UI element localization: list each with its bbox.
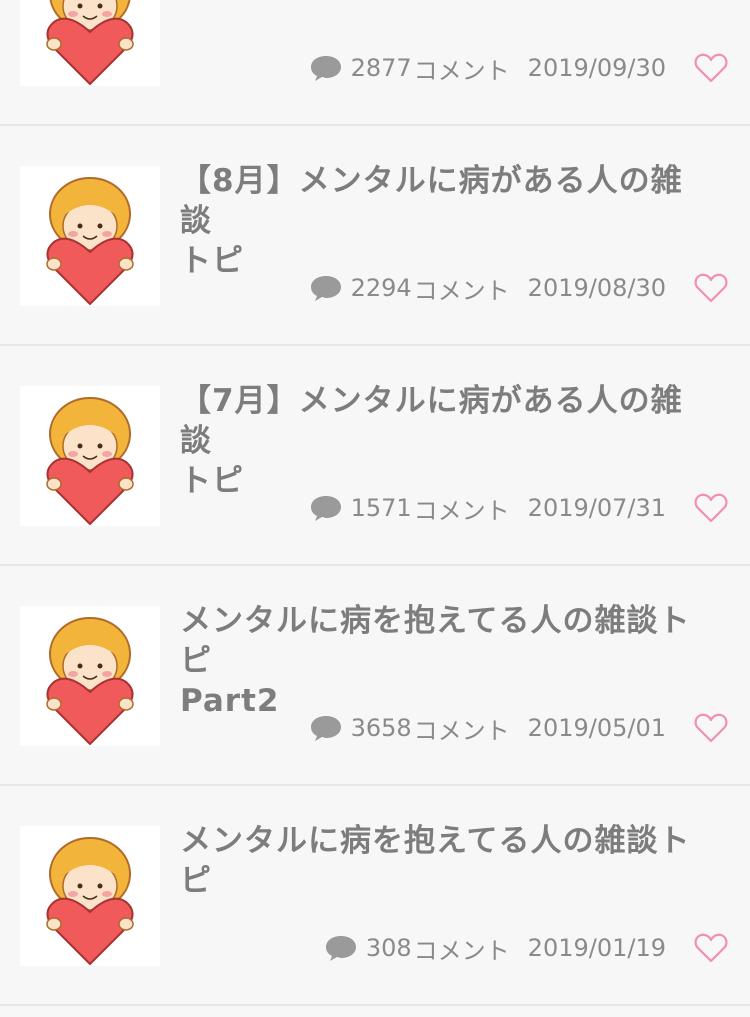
heart-outline-icon[interactable]: [694, 272, 728, 304]
girl-holding-heart-icon: [46, 617, 134, 746]
topic-date: 2019/05/01: [527, 714, 666, 742]
comment-count: 3658: [350, 714, 412, 742]
topic-item[interactable]: トピ 2877 コメント 2019/09/30: [0, 0, 750, 126]
topic-item[interactable]: メンタルに病を抱えてる人の雑談トピ Part2 3658 コメント 2019/0…: [0, 568, 750, 786]
topic-thumbnail: [20, 166, 160, 306]
heart-outline-icon[interactable]: [694, 932, 728, 964]
topic-thumbnail: [20, 606, 160, 746]
topic-list: トピ 2877 コメント 2019/09/30: [0, 0, 750, 1017]
topic-item[interactable]: 【7月】メンタルに病がある人の雑談 トピ 1571 コメント 2019/07/3…: [0, 348, 750, 566]
topic-date: 2019/09/30: [527, 54, 666, 82]
topic-thumbnail: [20, 0, 160, 86]
girl-holding-heart-icon: [46, 0, 134, 86]
topic-meta: 3658 コメント 2019/05/01: [309, 708, 728, 748]
topic-date: 2019/08/30: [527, 274, 666, 302]
topic-title[interactable]: 【8月】メンタルに病がある人の雑談 トピ: [180, 161, 700, 281]
comment-count: 308: [365, 934, 412, 962]
girl-holding-heart-icon: [46, 837, 134, 966]
speech-bubble-icon: [324, 934, 358, 962]
topic-meta: 2877 コメント 2019/09/30: [309, 48, 728, 88]
comment-unit: コメント: [413, 276, 510, 305]
heart-outline-icon[interactable]: [694, 712, 728, 744]
speech-bubble-icon: [309, 714, 343, 742]
topic-meta: 308 コメント 2019/01/19: [324, 928, 728, 968]
topic-thumbnail: [20, 826, 160, 966]
speech-bubble-icon: [309, 54, 343, 82]
topic-date: 2019/07/31: [527, 494, 666, 522]
comment-unit: コメント: [413, 496, 510, 525]
heart-outline-icon[interactable]: [694, 492, 728, 524]
topic-meta: 1571 コメント 2019/07/31: [309, 488, 728, 528]
comment-count: 2877: [350, 54, 412, 82]
girl-holding-heart-icon: [46, 397, 134, 526]
comment-count: 1571: [350, 494, 412, 522]
comment-unit: コメント: [413, 716, 510, 745]
topic-title[interactable]: 【7月】メンタルに病がある人の雑談 トピ: [180, 381, 700, 501]
comment-unit: コメント: [413, 936, 510, 965]
topic-date: 2019/01/19: [527, 934, 666, 962]
speech-bubble-icon: [309, 274, 343, 302]
girl-holding-heart-icon: [46, 177, 134, 306]
topic-title[interactable]: メンタルに病を抱えてる人の雑談トピ Part2: [180, 601, 700, 721]
heart-outline-icon[interactable]: [694, 52, 728, 84]
topic-meta: 2294 コメント 2019/08/30: [309, 268, 728, 308]
speech-bubble-icon: [309, 494, 343, 522]
topic-thumbnail: [20, 386, 160, 526]
comment-count: 2294: [350, 274, 412, 302]
topic-item[interactable]: メンタルに病を抱えてる人の雑談トピ 308 コメント 2019/01/19: [0, 788, 750, 1006]
comment-unit: コメント: [413, 56, 510, 85]
topic-title[interactable]: メンタルに病を抱えてる人の雑談トピ: [180, 821, 700, 901]
topic-item[interactable]: 【8月】メンタルに病がある人の雑談 トピ 2294 コメント 2019/08/3…: [0, 128, 750, 346]
